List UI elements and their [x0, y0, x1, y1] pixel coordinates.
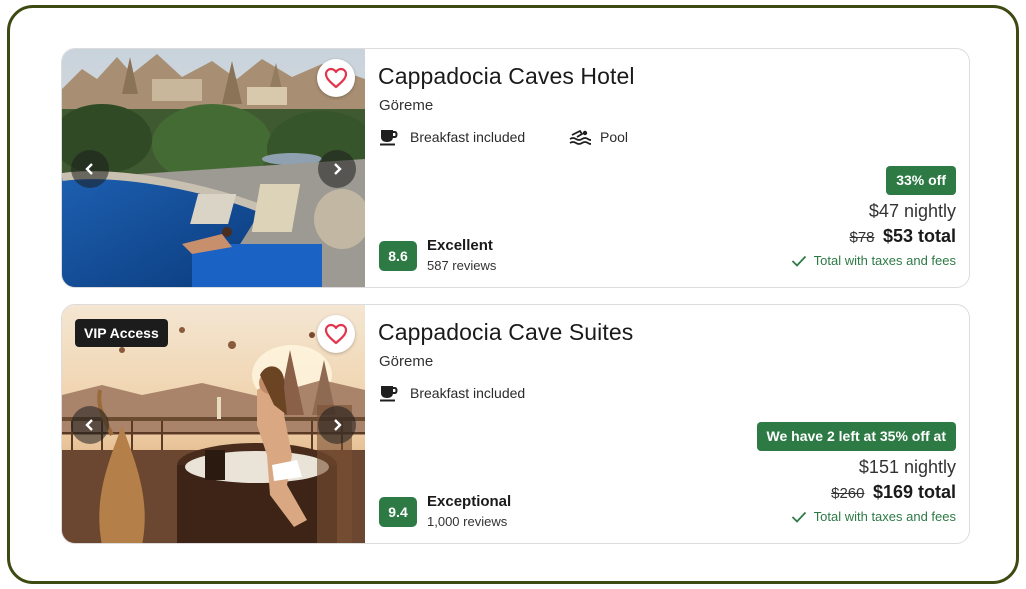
- taxes-note-label: Total with taxes and fees: [813, 253, 956, 268]
- favorite-button[interactable]: [317, 59, 355, 97]
- checkmark-icon: [791, 255, 807, 267]
- next-photo-button[interactable]: [318, 150, 356, 188]
- deal-badge: We have 2 left at 35% off at: [756, 422, 956, 451]
- next-photo-button[interactable]: [318, 406, 356, 444]
- amenity-breakfast: Breakfast included: [379, 127, 569, 147]
- deal-badge: 33% off: [886, 166, 956, 195]
- hotel-name[interactable]: Cappadocia Caves Hotel: [378, 63, 635, 90]
- amenity-label: Breakfast included: [410, 385, 526, 401]
- amenity-label: Pool: [600, 129, 629, 145]
- hotel-location: Göreme: [379, 353, 434, 370]
- chevron-left-icon: [85, 419, 93, 431]
- rating-score-badge: 8.6: [379, 241, 417, 271]
- heart-outline-icon: [324, 323, 348, 345]
- total-price: $53 total: [882, 226, 956, 246]
- hotel-name[interactable]: Cappadocia Cave Suites: [378, 319, 633, 346]
- coffee-cup-icon: [379, 127, 401, 147]
- previous-photo-button[interactable]: [71, 406, 109, 444]
- nightly-price: $151 nightly: [858, 457, 956, 477]
- amenity-label: Breakfast included: [410, 129, 526, 145]
- hotel-card[interactable]: VIP Access Cappadocia Cave Suites Göreme…: [61, 304, 970, 544]
- amenities-list: Breakfast included Pool: [379, 127, 628, 147]
- heart-outline-icon: [324, 67, 348, 89]
- vip-access-badge: VIP Access: [75, 319, 168, 347]
- favorite-button[interactable]: [317, 315, 355, 353]
- chevron-right-icon: [334, 419, 342, 431]
- nightly-price: $47 nightly: [868, 201, 956, 221]
- original-price: $78: [849, 229, 875, 246]
- review-count: 1,000 reviews: [427, 514, 508, 529]
- guest-rating: 8.6 Excellent 587 reviews: [379, 237, 496, 275]
- taxes-note: Total with taxes and fees: [757, 509, 956, 524]
- total-price: $169 total: [872, 482, 956, 502]
- pricing: 33% off $47 nightly $78 $53 total Total …: [791, 166, 956, 268]
- hotel-card[interactable]: Cappadocia Caves Hotel Göreme Breakfast …: [61, 48, 970, 288]
- rating-score-badge: 9.4: [379, 497, 417, 527]
- hotel-photo[interactable]: [62, 49, 365, 287]
- rating-label: Exceptional: [427, 493, 512, 510]
- chevron-right-icon: [334, 163, 342, 175]
- guest-rating: 9.4 Exceptional 1,000 reviews: [379, 493, 511, 531]
- coffee-cup-icon: [379, 383, 401, 403]
- original-price: $260: [831, 485, 865, 502]
- amenity-breakfast: Breakfast included: [379, 383, 569, 403]
- taxes-note: Total with taxes and fees: [791, 253, 956, 268]
- hotel-location: Göreme: [379, 97, 434, 114]
- previous-photo-button[interactable]: [71, 150, 109, 188]
- pool-icon: [569, 127, 591, 147]
- hotel-info: Cappadocia Caves Hotel Göreme Breakfast …: [365, 49, 969, 287]
- chevron-left-icon: [85, 163, 93, 175]
- amenities-list: Breakfast included: [379, 383, 569, 403]
- amenity-pool: Pool: [569, 127, 628, 147]
- hotel-info: Cappadocia Cave Suites Göreme Breakfast …: [365, 305, 969, 543]
- rating-label: Excellent: [427, 237, 493, 254]
- hotel-photo[interactable]: VIP Access: [62, 305, 365, 543]
- checkmark-icon: [791, 511, 807, 523]
- taxes-note-label: Total with taxes and fees: [813, 509, 956, 524]
- review-count: 587 reviews: [427, 258, 497, 273]
- pricing: We have 2 left at 35% off at $151 nightl…: [756, 422, 956, 524]
